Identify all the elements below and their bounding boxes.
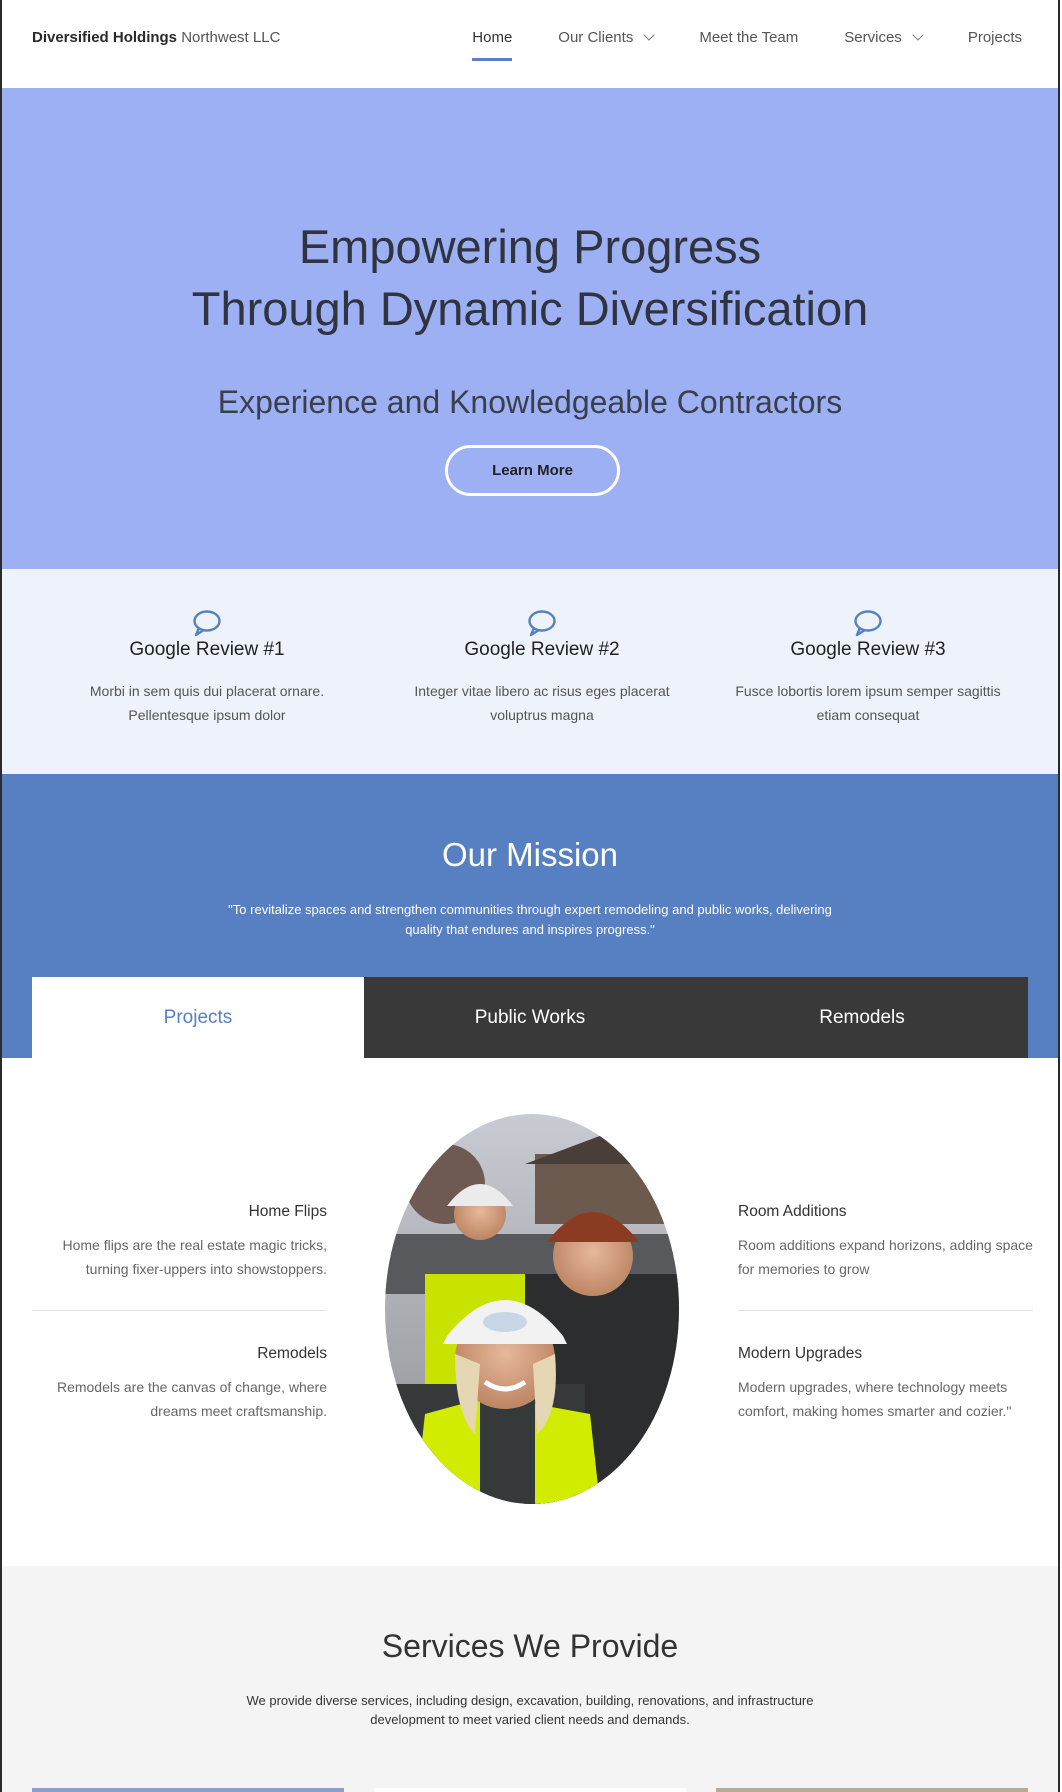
reviews-section: Google Review #1 Morbi in sem quis dui p… xyxy=(2,569,1058,774)
page-frame: Diversified Holdings Northwest LLC Home … xyxy=(0,0,1060,1792)
hero-title-line: Through Dynamic Diversification xyxy=(191,282,869,335)
hero-title-line: Empowering Progress xyxy=(298,220,762,273)
review-card: Google Review #2 Integer vitae libero ac… xyxy=(392,609,692,727)
team-photo xyxy=(385,1114,679,1504)
feature-text-line: turning fixer-uppers into showstoppers. xyxy=(85,1261,327,1277)
project-tabs: Projects Public Works Remodels xyxy=(32,977,1028,1058)
feature-text-line: Room additions expand horizons, adding s… xyxy=(738,1237,1033,1253)
brand-logo[interactable]: Diversified Holdings Northwest LLC xyxy=(32,29,280,46)
review-text-line: Pellentesque ipsum dolor xyxy=(128,707,286,723)
nav-item-home[interactable]: Home xyxy=(472,29,513,61)
mission-section: Our Mission "To revitalize spaces and st… xyxy=(2,774,1058,1058)
features-section: Home Flips Home flips are the real estat… xyxy=(2,1058,1058,1566)
mission-quote: "To revitalize spaces and strengthen com… xyxy=(220,900,840,940)
top-navbar: Diversified Holdings Northwest LLC Home … xyxy=(2,0,1058,88)
feature-divider xyxy=(738,1310,1033,1311)
feature-item: Room Additions Room additions expand hor… xyxy=(738,1203,1033,1281)
feature-text-line: for memories to grow xyxy=(738,1261,870,1277)
feature-item: Home Flips Home flips are the real estat… xyxy=(32,1203,327,1281)
nav-item-label: Our Clients xyxy=(558,29,634,46)
service-thumbnail[interactable] xyxy=(32,1788,344,1792)
brand-name-bold: Diversified Holdings xyxy=(32,29,178,46)
review-text: Integer vitae libero ac risus eges place… xyxy=(392,679,692,727)
feature-text: Home flips are the real estate magic tri… xyxy=(32,1233,327,1281)
services-section: Services We Provide We provide diverse s… xyxy=(2,1566,1058,1792)
service-thumbnail[interactable] xyxy=(374,1788,686,1792)
nav-item-label: Projects xyxy=(967,29,1022,46)
services-title: Services We Provide xyxy=(381,1628,679,1664)
main-menu: Home Our Clients Meet the Team Services … xyxy=(426,29,1022,61)
nav-item-services[interactable]: Services xyxy=(844,29,924,46)
service-thumbnail[interactable] xyxy=(716,1788,1028,1792)
review-text-line: Integer vitae libero ac risus eges place… xyxy=(414,683,670,699)
review-title: Google Review #2 xyxy=(464,639,620,660)
review-card: Google Review #1 Morbi in sem quis dui p… xyxy=(57,609,357,727)
nav-item-label: Home xyxy=(472,29,513,46)
review-title: Google Review #1 xyxy=(129,639,285,660)
hero-title: Empowering Progress Through Dynamic Dive… xyxy=(2,216,1058,340)
feature-item: Remodels Remodels are the canvas of chan… xyxy=(32,1345,327,1423)
brand-name-light: Northwest LLC xyxy=(181,29,281,46)
feature-title: Modern Upgrades xyxy=(738,1345,863,1362)
review-text: Morbi in sem quis dui placerat ornare. Pe… xyxy=(57,679,357,727)
mission-title: Our Mission xyxy=(441,836,619,873)
nav-item-label: Meet the Team xyxy=(699,29,799,46)
feature-text-line: comfort, making homes smarter and cozier… xyxy=(738,1403,1012,1419)
services-text-line: development to meet varied client needs … xyxy=(370,1712,690,1727)
feature-text: Room additions expand horizons, adding s… xyxy=(738,1233,1033,1281)
nav-item-our-clients[interactable]: Our Clients xyxy=(558,29,655,46)
nav-item-meet-the-team[interactable]: Meet the Team xyxy=(699,29,798,46)
mission-quote-line: quality that endures and inspires progre… xyxy=(405,922,655,937)
feature-title: Remodels xyxy=(257,1345,327,1362)
chat-bubble-icon xyxy=(854,610,882,637)
chat-bubble-icon xyxy=(193,610,221,637)
review-text-line: voluptrus magna xyxy=(490,707,594,723)
learn-more-button[interactable]: Learn More xyxy=(445,445,620,496)
feature-title: Room Additions xyxy=(738,1203,847,1220)
services-text-line: We provide diverse services, including d… xyxy=(246,1693,814,1708)
hero-subtitle: Experience and Knowledgeable Contractors xyxy=(217,384,843,420)
services-text: We provide diverse services, including d… xyxy=(230,1691,830,1729)
feature-title: Home Flips xyxy=(248,1203,327,1220)
feature-text-line: Home flips are the real estate magic tri… xyxy=(62,1237,327,1253)
feature-text-line: Modern upgrades, where technology meets xyxy=(738,1379,1008,1395)
feature-text: Modern upgrades, where technology meets c… xyxy=(738,1375,1033,1423)
tab-remodels[interactable]: Remodels xyxy=(696,977,1028,1058)
feature-divider xyxy=(32,1310,327,1311)
chevron-down-icon xyxy=(643,29,655,41)
tab-public-works[interactable]: Public Works xyxy=(364,977,696,1058)
review-text-line: Morbi in sem quis dui placerat ornare. xyxy=(89,683,325,699)
feature-text: Remodels are the canvas of change, where… xyxy=(32,1375,327,1423)
feature-text-line: dreams meet craftsmanship. xyxy=(150,1403,327,1419)
chat-bubble-icon xyxy=(528,610,556,637)
tab-projects[interactable]: Projects xyxy=(32,977,364,1058)
mission-quote-line: "To revitalize spaces and strengthen com… xyxy=(228,902,832,917)
review-text-line: Fusce lobortis lorem ipsum semper sagitt… xyxy=(735,683,1001,699)
feature-text-line: Remodels are the canvas of change, where xyxy=(56,1379,327,1395)
review-title: Google Review #3 xyxy=(790,639,946,660)
team-photo-image xyxy=(385,1114,679,1504)
nav-item-label: Services xyxy=(844,29,902,46)
hero-section: Empowering Progress Through Dynamic Dive… xyxy=(2,88,1058,569)
review-text: Fusce lobortis lorem ipsum semper sagitt… xyxy=(718,679,1018,727)
chevron-down-icon xyxy=(912,29,924,41)
review-text-line: etiam consequat xyxy=(816,707,920,723)
review-card: Google Review #3 Fusce lobortis lorem ip… xyxy=(718,609,1018,727)
feature-item: Modern Upgrades Modern upgrades, where t… xyxy=(738,1345,1033,1423)
nav-item-projects[interactable]: Projects xyxy=(968,29,1022,46)
